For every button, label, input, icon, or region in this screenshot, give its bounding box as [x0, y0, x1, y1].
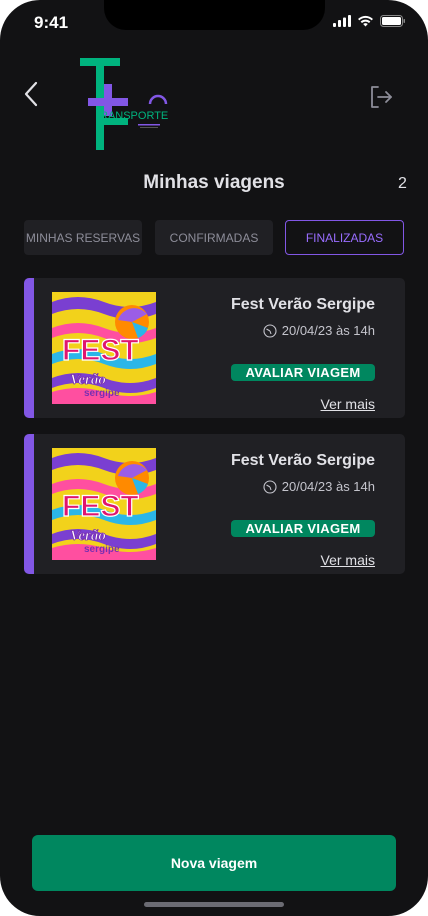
- poster-fest-text: FEST: [62, 334, 139, 367]
- poster-sergipe-text: sergipe: [84, 388, 120, 399]
- clock-icon: [263, 479, 277, 494]
- event-date-row: 20/04/23 às 14h: [263, 323, 375, 338]
- tab-minhas-reservas[interactable]: MINHAS RESERVAS: [24, 220, 142, 255]
- poster-verao-text: Verão: [70, 528, 106, 544]
- poster-verao-text: Verão: [70, 372, 106, 388]
- see-more-link[interactable]: Ver mais: [321, 552, 375, 568]
- page-title: Minhas viagens: [143, 172, 285, 193]
- poster-sergipe-text: sergipe: [84, 544, 120, 555]
- logo-wordmark: RANSPORTE: [100, 110, 168, 122]
- status-icons: [333, 15, 406, 27]
- event-date-row: 20/04/23 às 14h: [263, 479, 375, 494]
- rate-trip-button[interactable]: AVALIAR VIAGEM: [231, 520, 375, 537]
- see-more-link[interactable]: Ver mais: [321, 396, 375, 412]
- clock-icon: [263, 323, 277, 338]
- trip-count: 2: [398, 175, 407, 192]
- event-date: 20/04/23 às 14h: [281, 323, 375, 338]
- transporte-logo: RANSPORTE: [78, 56, 174, 152]
- status-time: 9:41: [34, 13, 69, 32]
- wifi-icon: [358, 15, 373, 27]
- new-trip-button[interactable]: Nova viagem: [32, 835, 396, 891]
- event-poster-image: FEST Verão sergipe: [52, 292, 156, 404]
- card-accent-stripe: [24, 434, 34, 574]
- cellular-signal-icon: [333, 15, 351, 27]
- back-button[interactable]: [18, 78, 46, 110]
- trip-card[interactable]: FEST Verão sergipe Fest Verão Sergipe 20…: [24, 434, 405, 574]
- chevron-left-icon: [24, 81, 38, 107]
- battery-icon: [380, 15, 405, 27]
- event-poster-image: FEST Verão sergipe: [52, 448, 156, 560]
- home-indicator: [144, 902, 284, 907]
- notch: [104, 0, 325, 30]
- poster-fest-text: FEST: [62, 490, 139, 523]
- trip-status-tabs: MINHAS RESERVAS CONFIRMADAS FINALIZADAS: [24, 220, 404, 255]
- tab-finalizadas[interactable]: FINALIZADAS: [285, 220, 404, 255]
- event-title: Fest Verão Sergipe: [230, 296, 375, 313]
- rate-trip-button[interactable]: AVALIAR VIAGEM: [231, 364, 375, 381]
- card-accent-stripe: [24, 278, 34, 418]
- event-title: Fest Verão Sergipe: [230, 452, 375, 469]
- sign-out-icon: [371, 86, 392, 108]
- event-date: 20/04/23 às 14h: [281, 479, 375, 494]
- phone-screen: 9:41 RANSPORTE Minhas viagens 2 MINHAS R…: [0, 0, 428, 916]
- logout-button[interactable]: [368, 84, 396, 112]
- tab-confirmadas[interactable]: CONFIRMADAS: [155, 220, 273, 255]
- trip-card[interactable]: FEST Verão sergipe Fest Verão Sergipe 20…: [24, 278, 405, 418]
